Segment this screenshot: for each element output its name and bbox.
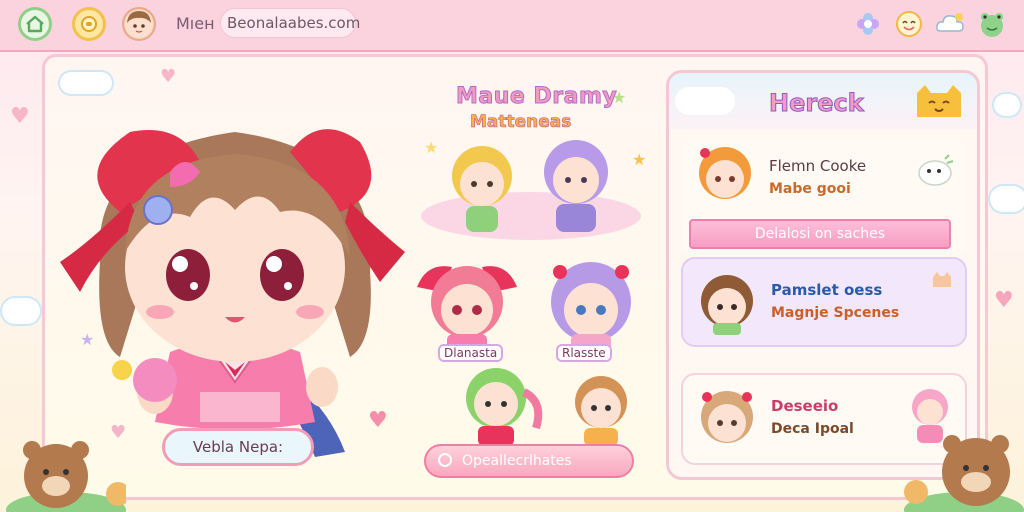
card-subtitle: Deca Ipoal bbox=[771, 421, 854, 437]
card-name: Flemn Cooke bbox=[769, 157, 867, 175]
cloud-button[interactable] bbox=[934, 8, 966, 40]
character-tile-boy[interactable] bbox=[566, 372, 636, 446]
card-name: Deseeio bbox=[771, 397, 839, 415]
avatar[interactable] bbox=[122, 7, 156, 41]
cloud-decoration bbox=[992, 92, 1022, 118]
cloud-decoration bbox=[675, 87, 735, 115]
card-portrait bbox=[701, 275, 753, 335]
frog-button[interactable] bbox=[976, 8, 1008, 40]
card-portrait bbox=[701, 391, 753, 443]
heart-icon: ♥ bbox=[10, 104, 30, 129]
avatar-icon bbox=[125, 10, 153, 38]
character-tile-lavender[interactable] bbox=[536, 254, 646, 354]
character-tile-red[interactable] bbox=[412, 252, 522, 352]
tile-label: Rlasste bbox=[556, 344, 612, 362]
character-card[interactable]: Flemn Cooke Mabe gooi Delalosi on saches bbox=[681, 139, 967, 257]
topbar-label: Mıeн : bbox=[176, 14, 226, 33]
cat-icon bbox=[917, 85, 961, 117]
smiley-icon bbox=[896, 11, 922, 37]
card-ribbon[interactable]: Delalosi on saches bbox=[689, 219, 951, 249]
address-field[interactable]: Beonalaabes.com bbox=[220, 8, 360, 38]
bear-decoration bbox=[6, 441, 126, 512]
cat-icon bbox=[933, 272, 951, 287]
heart-icon: ♥ bbox=[994, 288, 1014, 313]
card-portrait bbox=[699, 147, 751, 199]
home-button[interactable] bbox=[18, 7, 52, 41]
flower-icon bbox=[857, 13, 879, 35]
home-icon bbox=[26, 15, 44, 33]
top-bar: Mıeн : Beonalaabes.com bbox=[0, 0, 1024, 52]
right-panel-header: Hereck bbox=[669, 73, 977, 129]
character-card[interactable]: Pamslet oess Magnje Spcenes bbox=[681, 257, 967, 347]
group-subtitle: Matteneas bbox=[470, 112, 572, 133]
frog-icon bbox=[981, 13, 1003, 37]
character-nameplate[interactable]: Vebla Nepa: bbox=[162, 428, 314, 466]
card-name: Pamslet oess bbox=[771, 281, 883, 299]
right-panel: Hereck Flemn Cooke Mabe gooi Delalosi on… bbox=[666, 70, 980, 480]
cloud-decoration bbox=[0, 296, 42, 326]
cloud-decoration bbox=[988, 184, 1024, 214]
bear-decoration bbox=[904, 435, 1024, 512]
group-banner-illustration[interactable] bbox=[416, 136, 646, 240]
smiley-button[interactable] bbox=[893, 8, 925, 40]
card-subtitle: Mabe gooi bbox=[769, 181, 851, 197]
group-action-button[interactable]: Opeallecrlhates bbox=[424, 444, 634, 478]
heart-icon: ♥ bbox=[160, 66, 177, 87]
tile-label: Dlanasta bbox=[438, 344, 504, 362]
coin-icon bbox=[81, 16, 97, 32]
group-title: Maue Dramy bbox=[455, 84, 618, 110]
right-panel-title: Hereck bbox=[769, 89, 865, 118]
group-action-label: Opeallecrlhates bbox=[462, 453, 572, 469]
cloud-icon bbox=[936, 13, 964, 32]
ghost-icon bbox=[918, 154, 954, 186]
character-tile-green[interactable] bbox=[452, 362, 552, 446]
coin-button[interactable] bbox=[72, 7, 106, 41]
radio-icon bbox=[438, 453, 452, 467]
main-character-illustration[interactable] bbox=[60, 92, 410, 472]
flower-button[interactable] bbox=[852, 8, 884, 40]
card-subtitle: Magnje Spcenes bbox=[771, 305, 900, 321]
